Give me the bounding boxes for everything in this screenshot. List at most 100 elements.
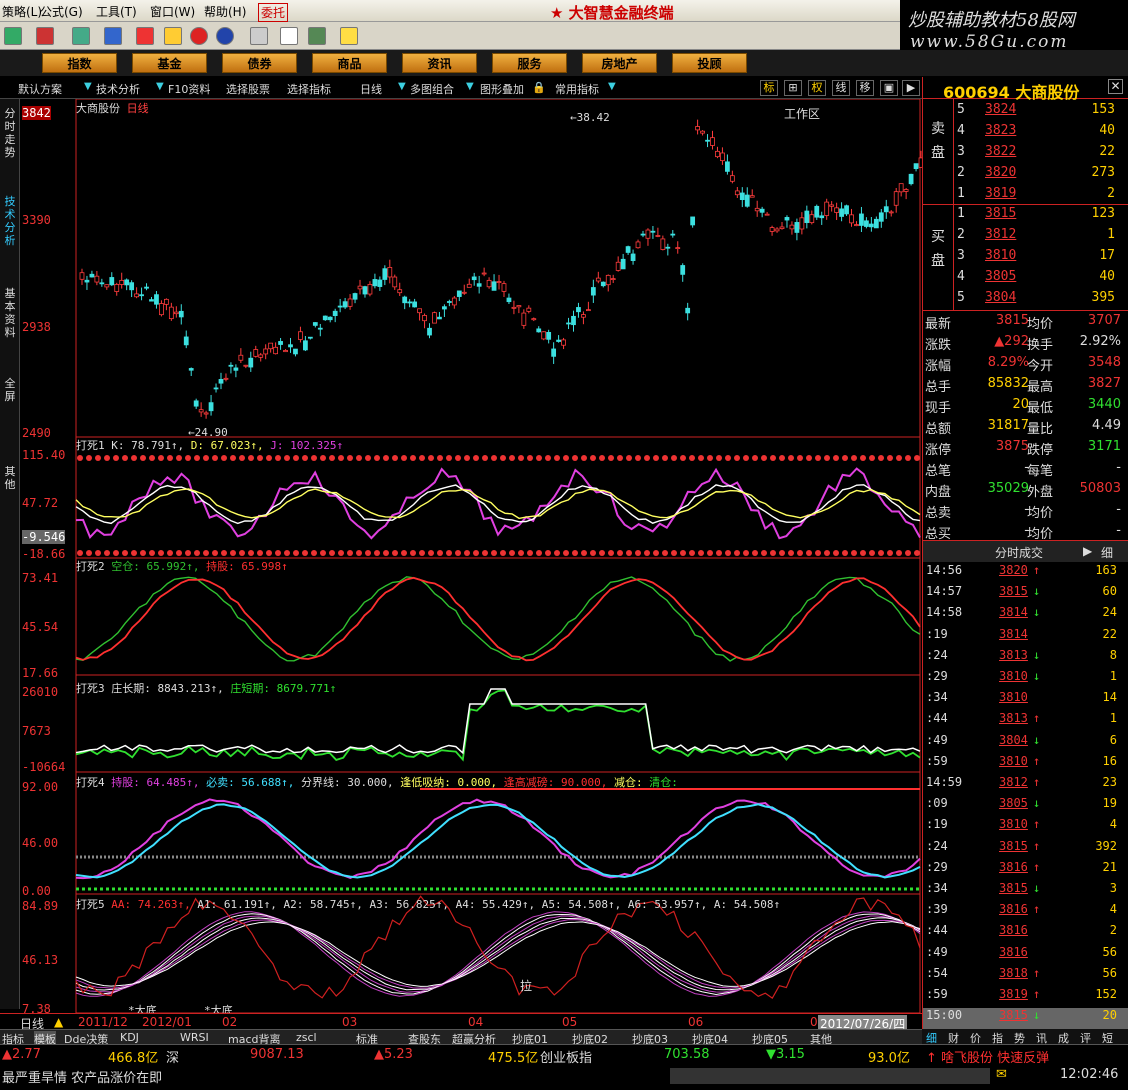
candle-body (114, 284, 120, 292)
menu-window[interactable]: 窗口(W) (150, 3, 195, 20)
menu-formula[interactable]: 公式(G) (40, 3, 83, 20)
dropdown-icon[interactable]: ▼ (156, 81, 164, 92)
dropdown-icon[interactable]: ▼ (398, 81, 406, 92)
indicator-tab[interactable]: WRSI (180, 1031, 209, 1044)
nav-bond[interactable]: 债券 (222, 53, 297, 73)
nav-service[interactable]: 服务 (492, 53, 567, 73)
monitor-icon[interactable] (36, 27, 54, 45)
nav-commodity[interactable]: 商品 (312, 53, 387, 73)
news-ticker[interactable]: 最严重旱情 农产品涨价在即 (2, 1067, 162, 1086)
candle-body (868, 223, 874, 228)
common-indicator-button[interactable]: 常用指标 (555, 81, 599, 97)
crosshair-button[interactable]: ⊞ (784, 80, 802, 96)
dropdown-icon[interactable]: ▼ (84, 81, 92, 92)
indicator-tab[interactable]: KDJ (120, 1031, 139, 1044)
signal-dot (914, 455, 920, 461)
binoculars-icon[interactable] (72, 27, 90, 45)
candle-body (173, 311, 179, 315)
signal-dot (77, 455, 83, 461)
menu-help[interactable]: 帮助(H) (204, 3, 246, 20)
cursor-triangle-icon[interactable]: ▲ (54, 1015, 63, 1029)
quote-a: 总笔 (925, 464, 952, 479)
mail-icon[interactable]: ✉ (996, 1067, 1007, 1082)
candle-body (640, 233, 646, 236)
chart-canvas[interactable] (20, 99, 922, 1013)
signal-dot (203, 550, 209, 556)
diamond-icon[interactable] (164, 27, 182, 45)
mark-button[interactable]: 标 (760, 80, 778, 96)
rights-button[interactable]: 权 (808, 80, 826, 96)
panel-header-5: 打死5 AA: 74.263↑, A1: 61.191↑, A2: 58.745… (76, 896, 780, 912)
f10-button[interactable]: F10资料 (168, 81, 210, 97)
chart-icon[interactable] (104, 27, 122, 45)
tab-technical[interactable]: 技术分析 (2, 195, 18, 247)
trade-time: :44 (926, 711, 948, 726)
move-button[interactable]: 移 (856, 80, 874, 96)
trade-time: 14:58 (926, 605, 963, 620)
candle-body (759, 208, 765, 213)
buy-vol: 395 (1091, 290, 1115, 305)
tech-analysis-button[interactable]: 技术分析 (96, 81, 140, 97)
menu-order[interactable]: 委托 (258, 3, 289, 22)
nav-advisor[interactable]: 投顾 (672, 53, 747, 73)
indicator-tab[interactable]: zscl (296, 1031, 317, 1044)
trades-more-icon[interactable]: ▶ (1083, 544, 1092, 558)
globe-icon[interactable] (216, 27, 234, 45)
trades-detail-button[interactable]: 细 (1101, 544, 1113, 561)
trade-row: 14:57 3815 ↓ 60 (923, 584, 1128, 605)
signal-dot (302, 550, 308, 556)
tab-intraday[interactable]: 分时走势 (2, 107, 18, 159)
menu-strategy[interactable]: 策略(L) (2, 3, 42, 20)
lock-icon[interactable]: 🔒 (532, 81, 546, 94)
trade-volume: 152 (1095, 987, 1117, 1001)
panel-header-3: 打死3 庄长期: 8843.213↑, 庄短期: 8679.771↑ (76, 680, 336, 696)
period-button[interactable]: 日线 (360, 81, 382, 97)
quote-b: 跌停 (1027, 443, 1054, 458)
alert-icon[interactable] (136, 27, 154, 45)
trade-row: :49 3816 56 (923, 945, 1128, 966)
default-scheme-button[interactable]: 默认方案 (18, 81, 62, 97)
line-button[interactable]: 线 (832, 80, 850, 96)
signal-dot (491, 550, 497, 556)
overlay-button[interactable]: 图形叠加 (480, 81, 524, 97)
select-indicator-button[interactable]: 选择指标 (287, 81, 331, 97)
play-button[interactable]: ▶ (902, 80, 920, 96)
candle-body (397, 289, 403, 294)
panel-axis-label: 46.13 (22, 953, 59, 967)
nav-info[interactable]: 资讯 (402, 53, 477, 73)
help-icon[interactable] (340, 27, 358, 45)
dropdown-icon[interactable]: ▼ (608, 81, 616, 92)
dropdown-icon[interactable]: ▼ (466, 81, 474, 92)
tab-other[interactable]: 其他 (2, 465, 18, 491)
trade-row: :49 3804 ↓ 6 (923, 733, 1128, 754)
candle-body (208, 402, 214, 412)
multi-chart-button[interactable]: 多图组合 (410, 81, 454, 97)
trade-price: 3814 (999, 626, 1028, 641)
candle-body (809, 214, 815, 224)
candle-body (814, 205, 820, 218)
stock-header: 600694 大商股份 ✕ (923, 77, 1128, 102)
nav-index[interactable]: 指数 (42, 53, 117, 73)
select-stock-button[interactable]: 选择股票 (226, 81, 270, 97)
x-axis: 日线 ▲ 2011/12 2012/01 02 03 04 05 06 07 2… (0, 1013, 922, 1032)
print-icon[interactable] (250, 27, 268, 45)
circle-icon[interactable] (190, 27, 208, 45)
menu-tools[interactable]: 工具(T) (96, 3, 137, 20)
nav-realestate[interactable]: 房地产 (582, 53, 657, 73)
signal-dot (185, 455, 191, 461)
box-button[interactable]: ▣ (880, 80, 898, 96)
nav-fund[interactable]: 基金 (132, 53, 207, 73)
quote-row: 涨跌 ▲292 换手 2.92% (923, 334, 1128, 355)
signal-dot (347, 550, 353, 556)
candle-body (729, 175, 735, 182)
chart-area[interactable]: 大商股份 日线 3842 3390 2938 2490 ←38.42 ←24.9… (20, 99, 922, 1029)
trade-price: 3815 (999, 1008, 1028, 1023)
flag-icon[interactable] (4, 27, 22, 45)
window-icon[interactable] (280, 27, 298, 45)
signal-dot (671, 550, 677, 556)
bars-icon[interactable] (308, 27, 326, 45)
candle-body (432, 312, 437, 324)
tab-fundamental[interactable]: 基本资料 (2, 287, 18, 339)
close-panel-icon[interactable]: ✕ (1108, 79, 1123, 94)
tab-fullscreen[interactable]: 全屏 (2, 377, 18, 403)
